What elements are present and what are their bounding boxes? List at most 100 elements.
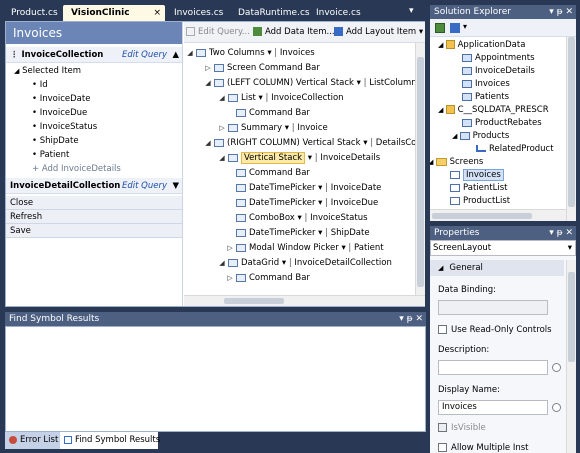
solution-item[interactable]: Appointments — [462, 52, 535, 65]
data-binding-field[interactable] — [438, 300, 548, 315]
tree-node[interactable]: Command Bar — [236, 166, 310, 181]
field-id[interactable]: • Id — [32, 78, 48, 92]
tree-node[interactable]: ▷ Summary ▾ | Invoice — [218, 121, 327, 136]
chevron-down-icon[interactable]: ▾ — [315, 228, 325, 238]
allow-multiple-row[interactable]: Allow Multiple Inst — [438, 443, 529, 453]
tree-node[interactable]: DateTimePicker ▾ | InvoiceDue — [236, 196, 378, 211]
object-type-select[interactable]: ScreenLayout ▾ — [430, 240, 576, 256]
chevron-down-icon[interactable]: ▾ — [315, 198, 325, 208]
scrollbar-thumb[interactable] — [224, 298, 284, 304]
tree-node[interactable]: DateTimePicker ▾ | ShipDate — [236, 226, 370, 241]
expand-icon[interactable]: ▷ — [226, 271, 234, 286]
tab-invoice-cs[interactable]: Invoice.cs — [308, 5, 368, 21]
solution-item[interactable]: InvoiceDetails — [462, 65, 535, 78]
field-invoicestatus[interactable]: • InvoiceStatus — [32, 120, 97, 134]
solution-item[interactable]: ◢ ApplicationData — [438, 39, 525, 52]
scrollbar-thumb[interactable] — [432, 213, 532, 219]
description-option-icon[interactable] — [552, 363, 561, 372]
field-invoicedate[interactable]: • InvoiceDate — [32, 92, 90, 106]
readonly-checkbox[interactable] — [438, 325, 447, 334]
expand-icon[interactable]: ▷ — [226, 241, 234, 256]
expand-icon[interactable]: ▷ — [218, 121, 226, 136]
expand-icon[interactable]: ◢ — [438, 106, 446, 114]
add-layout-item-button[interactable]: Add Layout Item ▾ — [334, 26, 423, 39]
chevron-down-icon[interactable]: ▾ — [361, 138, 371, 148]
tab-invoices-cs[interactable]: Invoices.cs — [166, 5, 228, 21]
invoice-collection-header[interactable]: ⋮ InvoiceCollection Edit Query ▲ — [6, 47, 182, 63]
tab-dropdown-icon[interactable]: ▾ — [409, 6, 414, 16]
description-field[interactable] — [438, 360, 548, 375]
edit-query-button[interactable]: Edit Query... — [186, 26, 250, 39]
solution-item[interactable]: ◢ Screens — [430, 156, 483, 169]
command-refresh[interactable]: Refresh — [6, 210, 182, 224]
tree-node[interactable]: Command Bar — [236, 106, 310, 121]
expand-icon[interactable]: ◢ — [438, 41, 446, 49]
solution-item[interactable]: RelatedProduct — [476, 143, 554, 156]
tree-node[interactable]: ◢ (RIGHT COLUMN) Vertical Stack ▾ | Detai… — [204, 136, 424, 151]
expand-icon[interactable]: ◢ — [204, 136, 212, 151]
chevron-down-icon[interactable]: ▼ — [172, 178, 179, 194]
chevron-down-icon[interactable]: ▾ — [339, 243, 349, 253]
tree-node[interactable]: ComboBox ▾ | InvoiceStatus — [236, 211, 368, 226]
tab-product-cs[interactable]: Product.cs — [3, 5, 63, 21]
expand-icon[interactable]: ◢ — [218, 151, 226, 166]
solution-item[interactable]: Patients — [462, 91, 509, 104]
tree-node[interactable]: ▷ Screen Command Bar — [204, 61, 320, 76]
expand-icon[interactable]: ◢ — [452, 132, 460, 140]
tree-node[interactable]: ◢ Vertical Stack ▾ | InvoiceDetails — [218, 151, 380, 166]
chevron-down-icon[interactable]: ▾ — [265, 48, 275, 58]
edit-query-link[interactable]: Edit Query — [122, 178, 167, 194]
command-save[interactable]: Save — [6, 224, 182, 238]
expand-icon[interactable]: ◢ — [218, 91, 226, 106]
allow-multiple-checkbox[interactable] — [438, 443, 447, 452]
tree-node[interactable]: ▷ Modal Window Picker ▾ | Patient — [226, 241, 383, 256]
scrollbar-thumb[interactable] — [417, 57, 424, 287]
panel-buttons[interactable]: ▾ ᵽ ✕ — [549, 226, 573, 240]
add-data-item-button[interactable]: Add Data Item... — [253, 26, 335, 39]
close-icon[interactable]: × — [153, 5, 161, 21]
tree-vertical-scrollbar[interactable] — [415, 43, 425, 295]
panel-buttons[interactable]: ▾ ᵽ ✕ — [549, 5, 573, 19]
readonly-checkbox-row[interactable]: Use Read-Only Controls — [438, 325, 552, 335]
isvisible-checkbox-row[interactable]: IsVisible — [438, 423, 486, 433]
solution-item[interactable]: ◢ Products — [452, 130, 509, 143]
edit-query-link[interactable]: Edit Query — [122, 47, 167, 63]
tab-error-list[interactable]: Error List — [5, 432, 60, 449]
field-patient[interactable]: • Patient — [32, 148, 69, 162]
tab-dataruntime-cs[interactable]: DataRuntime.cs — [230, 5, 310, 21]
chevron-down-icon[interactable]: ▾ — [463, 22, 467, 31]
field-invoicedue[interactable]: • InvoiceDue — [32, 106, 87, 120]
tree-horizontal-scrollbar[interactable] — [184, 295, 425, 306]
tree-node[interactable]: DateTimePicker ▾ | InvoiceDate — [236, 181, 381, 196]
expand-icon[interactable]: ◢ — [218, 256, 226, 271]
command-close[interactable]: Close — [6, 196, 182, 210]
field-shipdate[interactable]: • ShipDate — [32, 134, 79, 148]
isvisible-checkbox[interactable] — [438, 423, 447, 432]
expand-icon[interactable]: ▷ — [204, 61, 212, 76]
tab-find-symbol-results[interactable]: Find Symbol Results — [60, 432, 160, 449]
scrollbar-thumb[interactable] — [568, 272, 575, 362]
section-general[interactable]: ◢ General — [430, 260, 564, 276]
expand-icon[interactable]: ◢ — [204, 76, 212, 91]
solution-item[interactable]: ProductRebates — [462, 117, 542, 130]
panel-buttons[interactable]: ▾ ᵽ ✕ — [399, 312, 423, 326]
solution-item[interactable]: Invoices — [450, 169, 504, 182]
tree-node[interactable]: ◢ DataGrid ▾ | InvoiceDetailCollection — [218, 256, 392, 271]
se-horizontal-scrollbar[interactable] — [430, 209, 566, 221]
properties-icon[interactable] — [435, 23, 445, 33]
se-vertical-scrollbar[interactable] — [566, 37, 576, 221]
display-name-field[interactable]: Invoices — [438, 400, 548, 415]
view-icon[interactable] — [450, 23, 460, 33]
chevron-down-icon[interactable]: ▾ — [305, 153, 315, 163]
scrollbar-thumb[interactable] — [568, 37, 575, 207]
chevron-down-icon[interactable]: ▾ — [279, 258, 289, 268]
tree-node[interactable]: ◢ (LEFT COLUMN) Vertical Stack ▾ | ListCo… — [204, 76, 416, 91]
solution-item[interactable]: ProductList — [450, 195, 510, 208]
tab-visionclinic-designer[interactable]: VisionClinic Designer× — [63, 5, 165, 34]
chevron-down-icon[interactable]: ▾ — [354, 78, 364, 88]
chevron-down-icon[interactable]: ▾ — [282, 123, 292, 133]
expand-icon[interactable]: ◢ — [186, 46, 194, 61]
selected-item-node[interactable]: ◢ Selected Item — [14, 64, 81, 78]
add-invoicedetails-link[interactable]: + Add InvoiceDetails — [32, 162, 121, 176]
chevron-down-icon[interactable]: ▾ — [315, 183, 325, 193]
